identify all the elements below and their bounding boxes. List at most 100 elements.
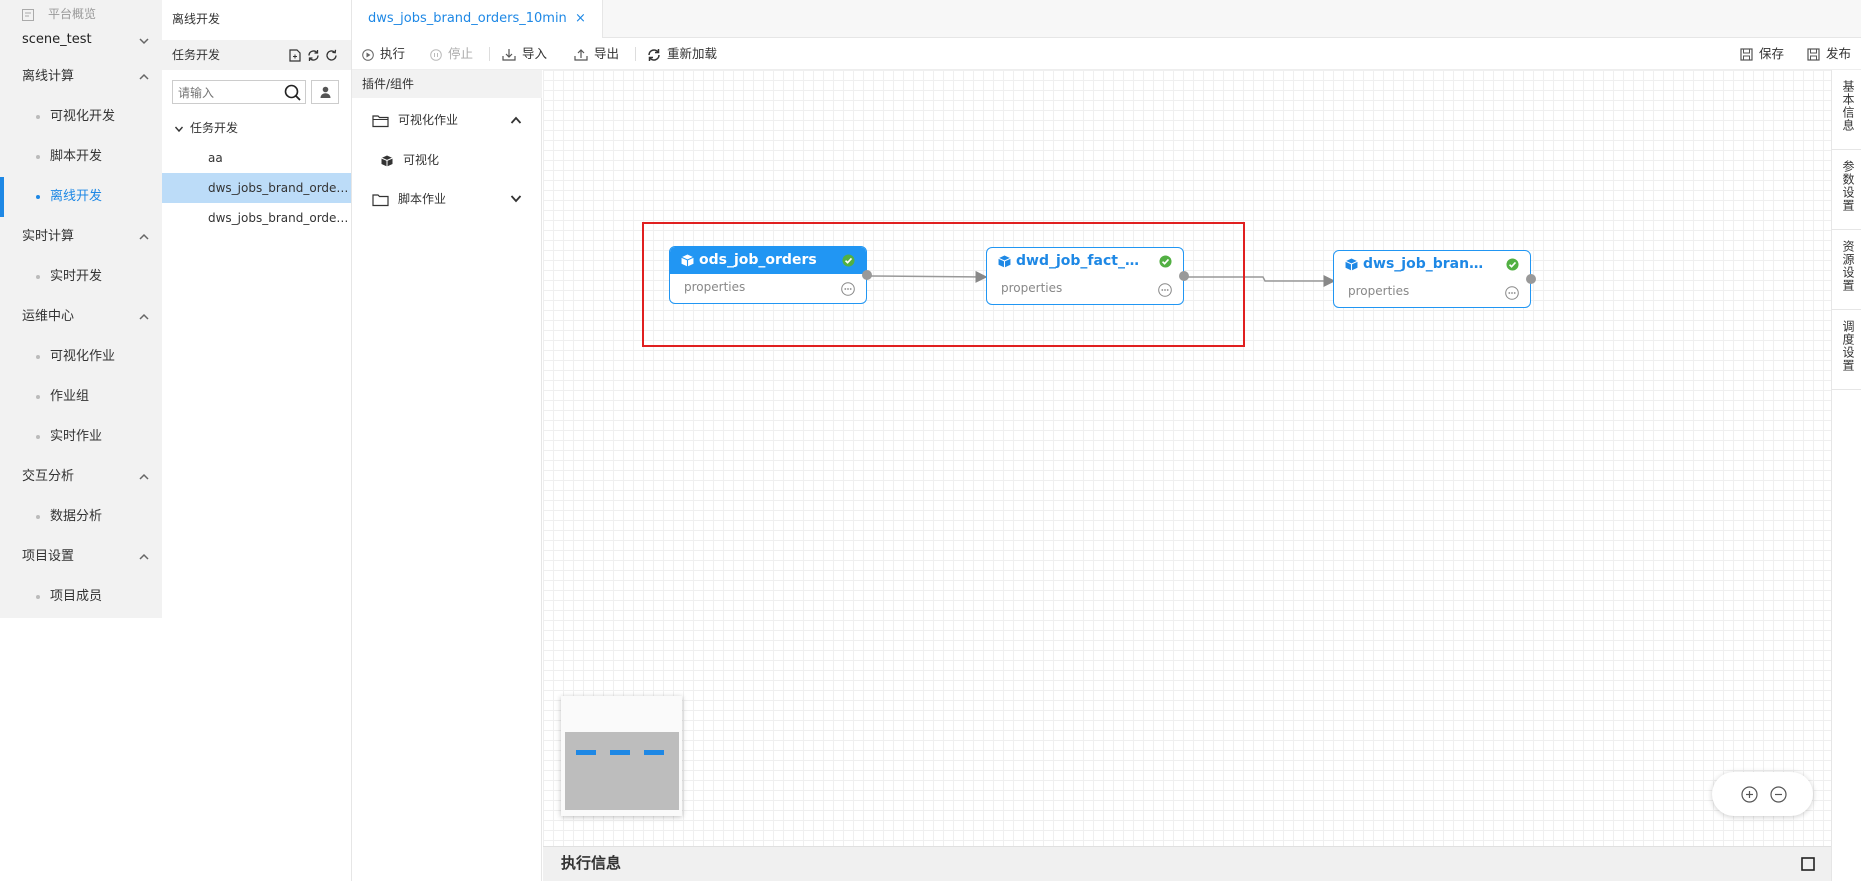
play-circle-icon (362, 48, 374, 61)
overview-icon (22, 8, 34, 21)
tab-schedule-settings[interactable]: 调度设置 (1832, 310, 1861, 390)
run-button[interactable]: 执行 (362, 38, 405, 70)
sync-icon[interactable] (307, 49, 320, 62)
user-filter-button[interactable] (311, 80, 339, 104)
tree-item[interactable]: aa (162, 143, 351, 173)
minimap-node (610, 750, 630, 755)
nav-item-data-analysis[interactable]: 数据分析 (0, 497, 162, 537)
nav-group-ops-center[interactable]: 运维中心 (0, 297, 162, 337)
chevron-up-icon (139, 473, 149, 480)
minimap-viewport[interactable] (565, 732, 679, 810)
nav-item-realtime-jobs[interactable]: 实时作业 (0, 417, 162, 457)
dag-canvas[interactable]: ods_job_orders properties dwd_job_fact_o… (543, 70, 1831, 846)
tab-label: 资源设置 (1841, 240, 1855, 292)
reload-label: 重新加载 (667, 46, 718, 61)
stop-button[interactable]: 停止 (430, 38, 473, 70)
nav-group-project-settings[interactable]: 项目设置 (0, 537, 162, 577)
nav-item-realtime-dev[interactable]: 实时开发 (0, 257, 162, 297)
tree-item-label: aa (208, 151, 223, 165)
search-icon[interactable] (284, 84, 301, 101)
edges-layer (869, 270, 1336, 287)
tab-label: dws_jobs_brand_orders_10min (368, 11, 567, 26)
tab-dws-jobs-brand-orders-10min[interactable]: dws_jobs_brand_orders_10min × (352, 0, 603, 39)
tree-root-label: 任务开发 (190, 121, 239, 135)
nav-group-offline-compute[interactable]: 离线计算 (0, 57, 162, 97)
cube-icon (1345, 258, 1358, 271)
import-label: 导入 (522, 46, 548, 61)
plugin-folder-label: 脚本作业 (398, 192, 447, 206)
bullet-icon (36, 514, 40, 519)
more-icon[interactable] (1505, 286, 1519, 300)
nav-item-visual-jobs[interactable]: 可视化作业 (0, 337, 162, 377)
bullet-icon (36, 594, 40, 599)
minimap-node (644, 750, 664, 755)
nav-group-label: 运维中心 (22, 309, 75, 324)
tab-parameter-settings[interactable]: 参数设置 (1832, 150, 1861, 230)
tree-item-selected[interactable]: dws_jobs_brand_orders_10min (162, 173, 351, 203)
publish-icon (1807, 48, 1820, 61)
tree-search-input[interactable] (176, 83, 280, 103)
tree-root-node[interactable]: 任务开发 (162, 113, 351, 143)
nav-item-project-members[interactable]: 项目成员 (0, 577, 162, 617)
chevron-up-icon (139, 553, 149, 560)
refresh-icon[interactable] (325, 49, 338, 62)
maximize-icon[interactable] (1801, 857, 1815, 871)
platform-overview-link[interactable]: 平台概览 (22, 4, 96, 24)
close-icon[interactable]: × (575, 11, 586, 26)
minimap-node (576, 750, 596, 755)
nav-group-interactive-analysis[interactable]: 交互分析 (0, 457, 162, 497)
zoom-out-icon[interactable] (1770, 786, 1787, 803)
new-file-icon[interactable] (289, 49, 301, 62)
export-button[interactable]: 导出 (574, 38, 619, 70)
bullet-icon (36, 394, 40, 399)
nav-group-label: 实时计算 (22, 229, 75, 244)
zoom-in-icon[interactable] (1741, 786, 1758, 803)
nav-item-label: 离线开发 (50, 189, 103, 204)
reload-icon (648, 48, 660, 61)
nav-item-label: 数据分析 (50, 509, 103, 524)
nav-item-visual-dev[interactable]: 可视化开发 (0, 97, 162, 137)
import-button[interactable]: 导入 (502, 38, 547, 70)
chevron-down-icon (139, 38, 149, 45)
user-icon (320, 86, 331, 98)
execution-info-bar[interactable] (543, 846, 1831, 881)
plugin-item-label: 可视化 (403, 153, 440, 167)
nav-group-realtime-compute[interactable]: 实时计算 (0, 217, 162, 257)
tab-resource-settings[interactable]: 资源设置 (1832, 230, 1861, 310)
tree-item[interactable]: dws_jobs_brand_orders_1h (162, 203, 351, 233)
publish-button[interactable]: 发布 (1807, 38, 1851, 70)
bullet-icon (36, 274, 40, 279)
save-icon (1740, 48, 1753, 61)
publish-label: 发布 (1826, 46, 1852, 61)
chevron-down-icon (174, 126, 184, 132)
nav-group-label: 项目设置 (22, 549, 75, 564)
save-button[interactable]: 保存 (1740, 38, 1784, 70)
upload-icon (574, 49, 588, 61)
tree-search-box (172, 80, 306, 104)
nav-item-script-dev[interactable]: 脚本开发 (0, 137, 162, 177)
check-circle-icon (1506, 258, 1519, 271)
download-icon (502, 49, 516, 61)
reload-button[interactable]: 重新加载 (647, 38, 717, 70)
plugin-folder-label: 可视化作业 (398, 113, 459, 127)
canvas-minimap[interactable] (561, 696, 682, 816)
nav-item-offline-dev[interactable]: 离线开发 (0, 177, 162, 217)
plugin-folder-script[interactable]: 脚本作业 (352, 183, 542, 215)
tab-label: 基本信息 (1841, 80, 1855, 132)
toolbar-divider (635, 47, 636, 61)
project-selector[interactable]: scene_test (0, 26, 162, 54)
tree-item-label: dws_jobs_brand_orders_10min (208, 181, 351, 195)
job-node-dws-job-brand-orders[interactable]: dws_job_brand_orders properties (1333, 250, 1536, 308)
right-properties-bar: 基本信息 参数设置 资源设置 调度设置 (1831, 70, 1861, 881)
plugin-item-visual[interactable]: 可视化 (352, 144, 542, 176)
nav-item-job-groups[interactable]: 作业组 (0, 377, 162, 417)
tree-toolbar: 任务开发 (162, 40, 351, 70)
bullet-icon (36, 434, 40, 439)
chevron-up-icon (139, 313, 149, 320)
nav-item-label: 作业组 (50, 389, 90, 404)
nav-group-label: 离线计算 (22, 69, 75, 84)
output-port[interactable] (1526, 274, 1536, 284)
plugin-folder-visual[interactable]: 可视化作业 (352, 104, 542, 136)
nav-item-label: 实时作业 (50, 429, 103, 444)
tab-basic-info[interactable]: 基本信息 (1832, 70, 1861, 150)
